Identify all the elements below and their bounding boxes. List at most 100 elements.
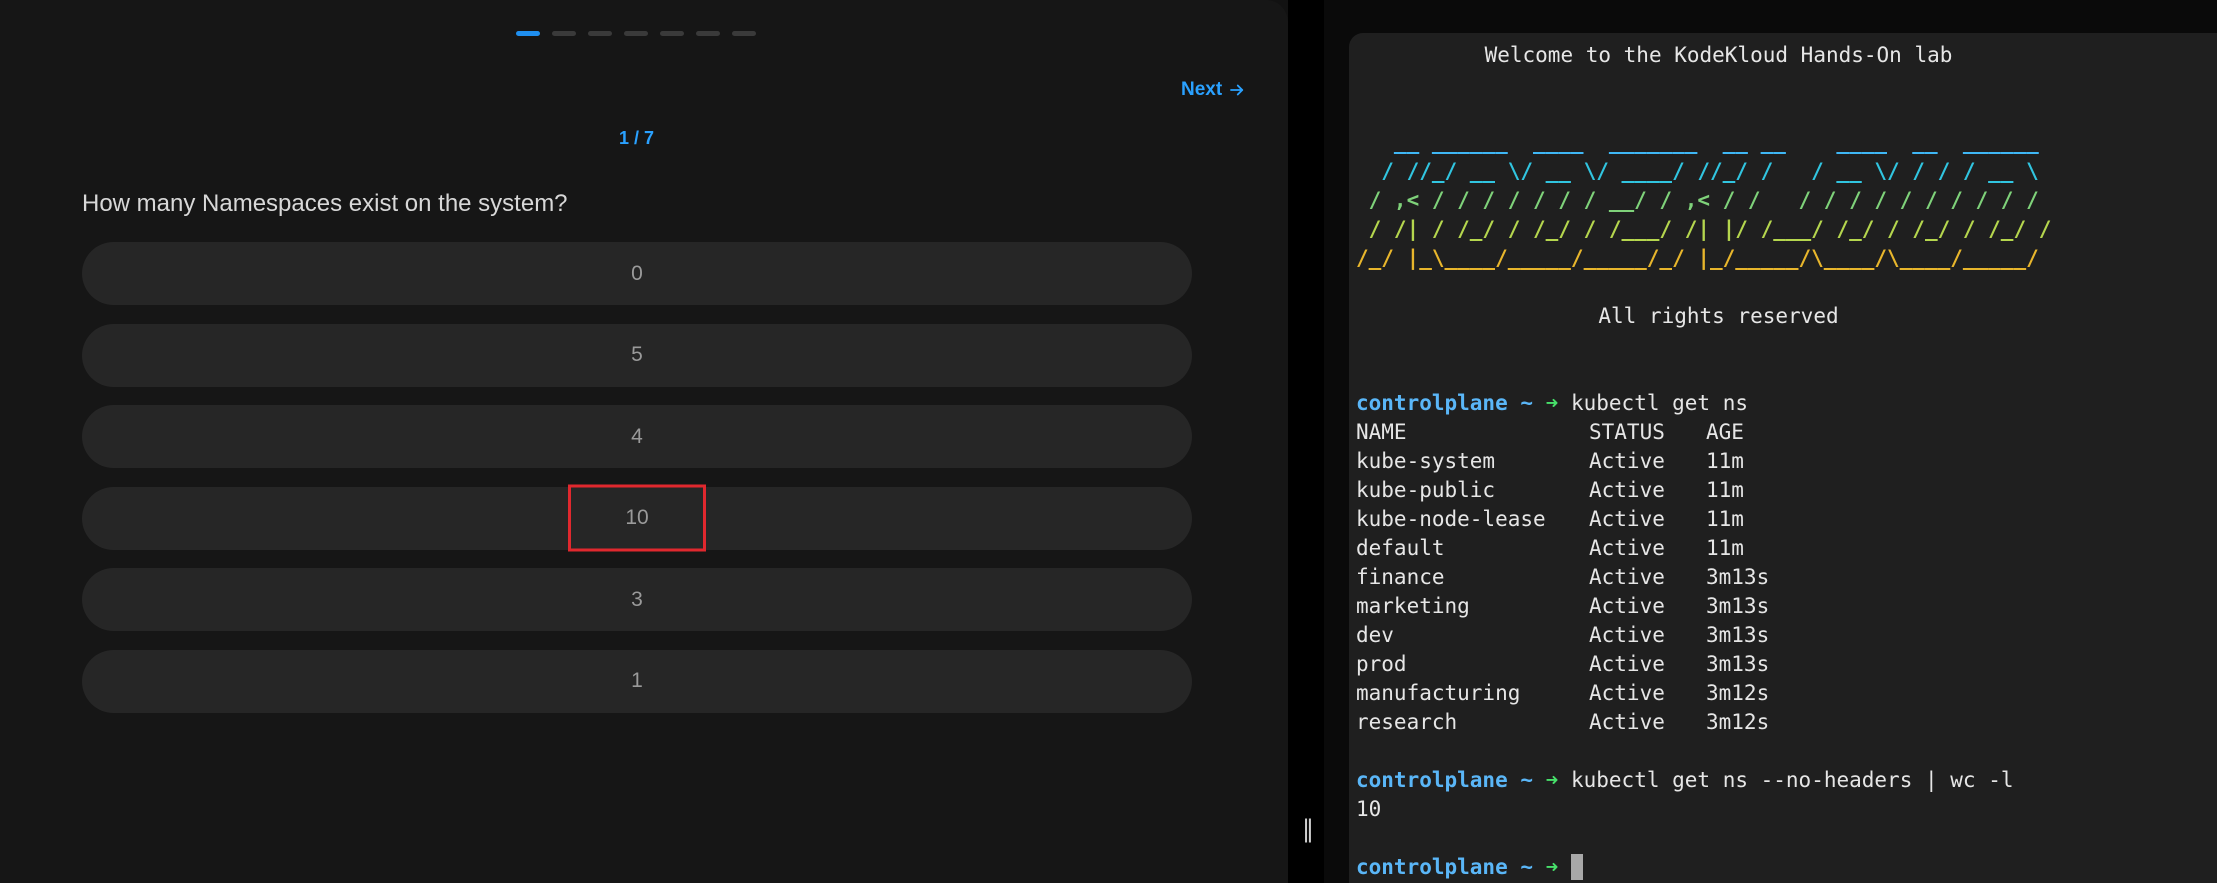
ns-name: default (1356, 536, 1445, 560)
active-prompt[interactable]: controlplane ~ ➜ (1356, 853, 2217, 882)
table-row: dev Active 3m13s (1356, 621, 2217, 650)
answer-option[interactable]: 3 (82, 568, 1192, 631)
progress-step-2[interactable] (552, 31, 576, 36)
terminal[interactable]: Welcome to the KodeKloud Hands-On lab __… (1349, 33, 2217, 883)
rights-line: All rights reserved (1598, 304, 1839, 328)
ns-status: Active (1589, 594, 1665, 618)
table-row: kube-node-lease Active 11m (1356, 505, 2217, 534)
ns-status: Active (1589, 507, 1665, 531)
answer-option-label: 0 (631, 261, 643, 285)
banner-line: __ ______ ____ _______ __ __ ____ __ ___… (1356, 130, 2039, 154)
resize-handle-icon[interactable]: ‖ (1302, 815, 1314, 843)
answer-options: 0 5 4 10 3 1 (82, 242, 1192, 731)
banner-line: / ,< / / / / / / / __/ / ,< / / / / / / … (1356, 188, 2039, 212)
ns-age: 3m13s (1706, 565, 1770, 589)
ns-name: prod (1356, 652, 1407, 676)
answer-option[interactable]: 0 (82, 242, 1192, 305)
ns-name: kube-node-lease (1356, 507, 1546, 531)
prompt-host: controlplane ~ (1356, 391, 1534, 415)
table-row: marketing Active 3m13s (1356, 592, 2217, 621)
ns-name: kube-public (1356, 478, 1496, 502)
answer-option-label: 3 (631, 587, 643, 611)
command-output: 10 (1356, 797, 1382, 821)
ns-age: 11m (1706, 478, 1744, 502)
terminal-output: Welcome to the KodeKloud Hands-On lab __… (1356, 41, 2217, 882)
command-text: kubectl get ns (1570, 391, 1748, 415)
prompt-arrow-icon: ➜ (1545, 391, 1559, 415)
ns-name: dev (1356, 623, 1394, 647)
next-button[interactable]: Next (1181, 79, 1246, 101)
panel-divider (1288, 0, 1324, 883)
question-text: How many Namespaces exist on the system? (82, 190, 568, 217)
progress-step-7[interactable] (732, 31, 756, 36)
ns-status: Active (1589, 652, 1665, 676)
command-text: kubectl get ns --no-headers | wc -l (1570, 768, 2014, 792)
command-line: controlplane ~ ➜ kubectl get ns (1356, 389, 2217, 418)
ns-status: Active (1589, 681, 1665, 705)
answer-option-label: 5 (631, 343, 643, 366)
ns-age: 3m13s (1706, 652, 1770, 676)
ns-status: Active (1589, 623, 1665, 647)
ns-name: kube-system (1356, 449, 1496, 473)
answer-option-label: 4 (631, 424, 643, 448)
table-row: manufacturing Active 3m12s (1356, 679, 2217, 708)
ns-age: 3m12s (1706, 710, 1770, 734)
header-age: AGE (1706, 420, 1744, 444)
terminal-cursor (1570, 854, 1583, 880)
ns-age: 3m13s (1706, 594, 1770, 618)
ns-status: Active (1589, 536, 1665, 560)
welcome-line: Welcome to the KodeKloud Hands-On lab (1484, 43, 1953, 67)
header-name: NAME (1356, 420, 1407, 444)
table-row: finance Active 3m13s (1356, 563, 2217, 592)
progress-step-5[interactable] (660, 31, 684, 36)
prompt-host: controlplane ~ (1356, 768, 1534, 792)
banner-line: / //_/ __ \/ __ \/ ____/ //_/ / / __ \/ … (1356, 159, 2039, 183)
ns-age: 11m (1706, 449, 1744, 473)
ns-age: 11m (1706, 536, 1744, 560)
ns-name: finance (1356, 565, 1445, 589)
ns-age: 3m13s (1706, 623, 1770, 647)
prompt-arrow-icon: ➜ (1545, 855, 1559, 879)
progress-indicator (516, 31, 756, 36)
answer-option[interactable]: 4 (82, 405, 1192, 468)
answer-option[interactable]: 10 (82, 484, 1192, 552)
ns-name: manufacturing (1356, 681, 1521, 705)
table-row: kube-public Active 11m (1356, 476, 2217, 505)
answer-option[interactable]: 1 (82, 649, 1192, 713)
banner-line: /_/ |_\____/_____/_____/_/ |_/_____/\___… (1356, 246, 2039, 270)
ns-name: marketing (1356, 594, 1470, 618)
answer-option-label: 1 (631, 669, 643, 692)
highlight-box (568, 484, 706, 552)
ns-status: Active (1589, 710, 1665, 734)
progress-step-4[interactable] (624, 31, 648, 36)
table-row: kube-system Active 11m (1356, 447, 2217, 476)
ns-status: Active (1589, 478, 1665, 502)
progress-step-1[interactable] (516, 31, 540, 36)
table-header: NAME STATUS AGE (1356, 418, 2217, 447)
question-counter: 1 / 7 (618, 128, 655, 148)
prompt-host: controlplane ~ (1356, 855, 1534, 879)
progress-step-6[interactable] (696, 31, 720, 36)
progress-step-3[interactable] (588, 31, 612, 36)
ns-status: Active (1589, 565, 1665, 589)
quiz-panel: Next 1 / 7 How many Namespaces exist on … (0, 0, 1288, 883)
ns-status: Active (1589, 449, 1665, 473)
ns-age: 11m (1706, 507, 1744, 531)
next-label: Next (1181, 79, 1223, 100)
header-status: STATUS (1589, 420, 1665, 444)
table-row: default Active 11m (1356, 534, 2217, 563)
banner-line: / /| / /_/ / /_/ / /___/ /| |/ /___/ /_/… (1356, 217, 2052, 241)
command-line: controlplane ~ ➜ kubectl get ns --no-hea… (1356, 766, 2217, 795)
prompt-arrow-icon: ➜ (1545, 768, 1559, 792)
ns-name: research (1356, 710, 1458, 734)
arrow-right-icon (1230, 84, 1244, 96)
table-row: research Active 3m12s (1356, 708, 2217, 737)
answer-option[interactable]: 5 (82, 323, 1192, 387)
